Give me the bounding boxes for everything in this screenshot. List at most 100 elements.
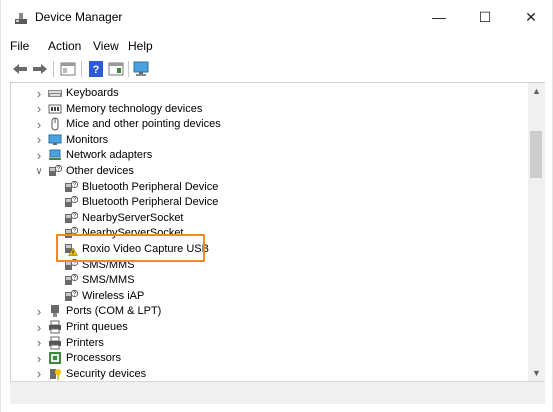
tree-category-item[interactable]: › Network adapters xyxy=(11,147,529,163)
svg-text:?: ? xyxy=(73,198,76,204)
chevron-right-icon[interactable]: › xyxy=(34,116,44,132)
tree-item-label: Security devices xyxy=(66,367,147,380)
minimize-icon: — xyxy=(432,9,446,25)
menu-help[interactable]: Help xyxy=(128,39,153,53)
unknown-device-icon: ? xyxy=(64,289,79,303)
menu-action[interactable]: Action xyxy=(48,39,81,53)
close-button[interactable]: ✕ xyxy=(508,0,553,34)
processor-icon xyxy=(48,351,62,365)
forward-button[interactable] xyxy=(31,60,49,78)
vertical-scrollbar[interactable]: ▲ ▼ xyxy=(528,82,545,381)
device-manager-window: Device Manager — ☐ ✕ File Action View He… xyxy=(0,0,553,412)
svg-text:?: ? xyxy=(73,291,76,297)
window-title: Device Manager xyxy=(35,10,123,24)
tree-item-label: Monitors xyxy=(66,133,109,146)
title-bar[interactable]: Device Manager — ☐ ✕ xyxy=(1,0,553,34)
back-arrow-icon xyxy=(13,64,27,74)
chevron-right-icon[interactable]: › xyxy=(34,319,44,335)
highlight-box xyxy=(56,234,205,262)
port-icon xyxy=(48,304,62,318)
tree-item-label: Mice and other pointing devices xyxy=(66,118,221,131)
chevron-down-icon[interactable]: ∨ xyxy=(34,163,44,179)
chevron-right-icon[interactable]: › xyxy=(34,101,44,117)
tree-category-item[interactable]: › Ports (COM & LPT) xyxy=(11,303,529,319)
chevron-right-icon[interactable]: › xyxy=(34,132,44,148)
tree-item-label: Network adapters xyxy=(66,149,153,162)
unknown-device-icon: ? xyxy=(48,164,63,178)
toolbar-separator xyxy=(81,61,82,77)
properties-button[interactable] xyxy=(59,60,77,78)
tree-category-item[interactable]: › Print queues xyxy=(11,319,529,335)
toolbar: ? xyxy=(1,58,553,80)
toolbar-separator xyxy=(128,61,129,77)
scroll-down-icon[interactable]: ▼ xyxy=(528,365,545,381)
maximize-icon: ☐ xyxy=(478,8,492,25)
tree-child-item[interactable]: ? NearbyServerSocket xyxy=(11,210,529,226)
close-icon: ✕ xyxy=(525,8,537,25)
scroll-up-icon[interactable]: ▲ xyxy=(528,83,545,99)
view-button[interactable] xyxy=(107,60,125,78)
tree-item-label: SMS/MMS xyxy=(82,274,135,287)
printer-icon xyxy=(48,336,62,350)
menu-bar: File Action View Help xyxy=(1,36,553,56)
tree-item-label: Bluetooth Peripheral Device xyxy=(82,180,219,193)
unknown-device-icon: ? xyxy=(64,180,79,194)
monitor-scan-icon xyxy=(133,61,149,76)
status-bar xyxy=(10,381,545,404)
tree-item-label: Processors xyxy=(66,352,122,365)
help-button[interactable]: ? xyxy=(87,60,105,78)
keyboard-icon xyxy=(48,86,62,100)
tree-category-item[interactable]: › Mice and other pointing devices xyxy=(11,116,529,132)
chevron-right-icon[interactable]: › xyxy=(34,350,44,366)
svg-text:?: ? xyxy=(73,182,76,188)
back-button[interactable] xyxy=(11,60,29,78)
device-manager-icon xyxy=(13,10,29,26)
tree-category-item[interactable]: ∨? Other devices xyxy=(11,163,529,179)
tree-item-label: Other devices xyxy=(66,165,134,177)
chevron-right-icon[interactable]: › xyxy=(34,303,44,319)
chevron-right-icon[interactable]: › xyxy=(34,147,44,163)
tree-child-item[interactable]: ? Wireless iAP xyxy=(11,288,529,304)
svg-text:?: ? xyxy=(57,167,60,173)
view-icon xyxy=(108,62,124,76)
tree-item-label: Ports (COM & LPT) xyxy=(66,305,162,318)
properties-icon xyxy=(60,62,76,76)
maximize-button[interactable]: ☐ xyxy=(462,0,508,34)
tree-category-item[interactable]: › Monitors xyxy=(11,132,529,148)
scan-hardware-button[interactable] xyxy=(133,60,151,78)
tree-item-label: Memory technology devices xyxy=(66,102,203,115)
monitor-icon xyxy=(48,133,62,147)
tree-child-item[interactable]: ? SMS/MMS xyxy=(11,272,529,288)
scroll-thumb[interactable] xyxy=(530,131,542,178)
unknown-device-icon: ? xyxy=(64,211,79,225)
tree-category-item[interactable]: › Printers xyxy=(11,335,529,351)
minimize-button[interactable]: — xyxy=(416,0,462,34)
tree-item-label: Print queues xyxy=(66,321,128,333)
help-icon: ? xyxy=(89,61,103,77)
menu-file[interactable]: File xyxy=(10,39,29,53)
tree-category-item[interactable]: › Processors xyxy=(11,350,529,366)
chevron-right-icon[interactable]: › xyxy=(34,335,44,351)
svg-text:?: ? xyxy=(73,213,76,219)
toolbar-separator xyxy=(53,61,54,77)
tree-child-item[interactable]: ? Bluetooth Peripheral Device xyxy=(11,194,529,210)
menu-view[interactable]: View xyxy=(93,39,119,53)
mouse-icon xyxy=(48,117,62,131)
tree-category-item[interactable]: › Memory technology devices xyxy=(11,101,529,117)
chevron-right-icon[interactable]: › xyxy=(34,85,44,101)
tree-item-label: Keyboards xyxy=(66,87,119,99)
tree-item-label: Printers xyxy=(66,336,104,349)
network-icon xyxy=(48,148,62,162)
printer-icon xyxy=(48,320,62,334)
tree-category-item[interactable]: › Security devices xyxy=(11,366,529,381)
chevron-right-icon[interactable]: › xyxy=(34,366,44,381)
tree-child-item[interactable]: ? Bluetooth Peripheral Device xyxy=(11,179,529,195)
device-tree[interactable]: › Keyboards › Memory technology devices › Mic… xyxy=(10,82,529,382)
unknown-device-icon: ? xyxy=(64,195,79,209)
svg-text:?: ? xyxy=(93,64,100,76)
security-icon xyxy=(48,367,62,381)
unknown-device-icon: ? xyxy=(64,273,79,287)
forward-arrow-icon xyxy=(33,64,47,74)
tree-category-item[interactable]: › Keyboards xyxy=(11,85,529,101)
tree-item-label: NearbyServerSocket xyxy=(82,211,184,224)
